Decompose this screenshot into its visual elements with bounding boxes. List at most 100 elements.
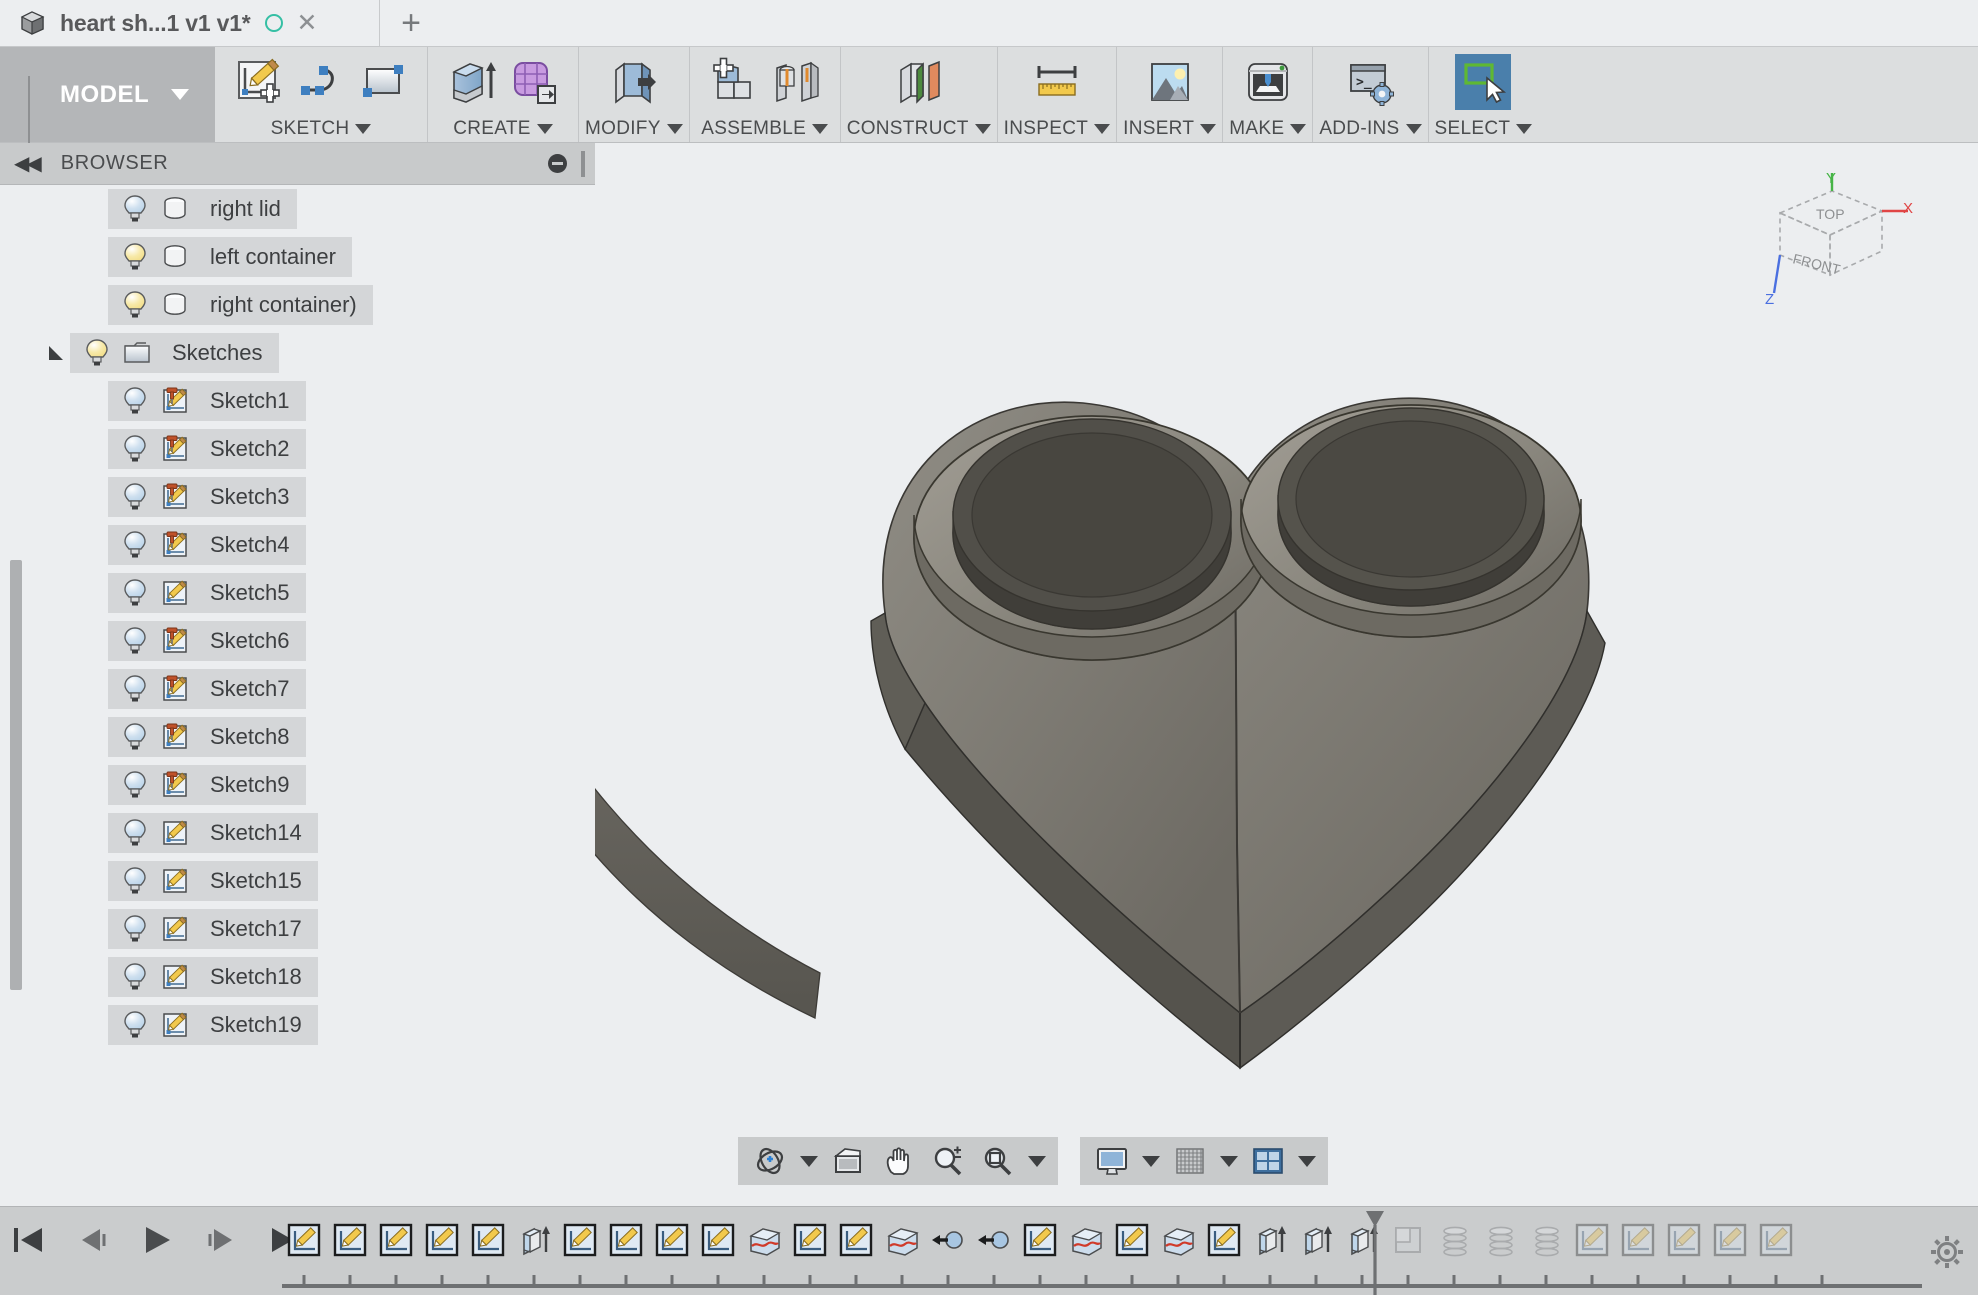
timeline-feature-sketch[interactable] [696,1219,742,1263]
light-bulb-off-icon[interactable] [122,530,148,560]
look-at-icon[interactable] [828,1141,868,1181]
timeline-feature-sketch[interactable] [1754,1219,1800,1263]
panel-grip-icon[interactable] [581,150,585,177]
browser-item-sketch6[interactable]: Sketch6 [0,617,595,665]
browser-item-sketch9[interactable]: Sketch9 [0,761,595,809]
light-bulb-off-icon[interactable] [122,482,148,512]
browser-item-sketch3[interactable]: Sketch3 [0,473,595,521]
timeline-feature-sketch[interactable] [1018,1219,1064,1263]
timeline-feature-extrude[interactable] [1248,1219,1294,1263]
light-bulb-off-icon[interactable] [122,866,148,896]
timeline-feature-move[interactable] [926,1219,972,1263]
browser-item-sketch19[interactable]: Sketch19 [0,1001,595,1049]
select-window-icon[interactable] [1455,53,1512,110]
timeline-feature-sketch[interactable] [466,1219,512,1263]
grid-snap-icon[interactable] [1170,1141,1210,1181]
browser-item-sketch14[interactable]: Sketch14 [0,809,595,857]
offset-plane-icon[interactable] [891,54,947,110]
scripts-addins-icon[interactable]: >_ [1342,54,1398,110]
viewports-icon[interactable] [1248,1141,1288,1181]
measure-icon[interactable] [1029,54,1085,110]
joint-icon[interactable] [768,54,824,110]
gear-icon[interactable] [1930,1235,1964,1269]
browser-item-sketch1[interactable]: Sketch1 [0,377,595,425]
timeline-feature-loft[interactable] [742,1219,788,1263]
timeline-feature-thread[interactable] [1432,1219,1478,1263]
browser-item-left-container[interactable]: left container [0,233,595,281]
display-caret-icon[interactable] [1142,1155,1160,1167]
light-bulb-off-icon[interactable] [122,770,148,800]
expander-icon[interactable] [40,342,70,364]
light-bulb-off-icon[interactable] [122,722,148,752]
light-bulb-off-icon[interactable] [122,434,148,464]
timeline-feature-sketch[interactable] [328,1219,374,1263]
light-bulb-off-icon[interactable] [122,818,148,848]
create-form-icon[interactable] [506,54,562,110]
ribbon-label-insert[interactable]: INSERT [1123,116,1217,142]
ribbon-label-create[interactable]: CREATE [434,116,572,142]
go-to-beginning-icon[interactable] [10,1223,48,1257]
timeline-feature-extrude[interactable] [512,1219,558,1263]
zoom-caret-icon[interactable] [1028,1155,1046,1167]
timeline-feature-sketch[interactable] [604,1219,650,1263]
timeline-feature-sketch[interactable] [788,1219,834,1263]
document-tab[interactable]: heart sh...1 v1 v1* ✕ [0,0,380,46]
ribbon-label-sketch[interactable]: SKETCH [221,116,421,142]
model-canvas[interactable]: TOP FRONT Y X Z [595,143,1978,1206]
timeline-feature-sketch[interactable] [834,1219,880,1263]
browser-item-sketch8[interactable]: Sketch8 [0,713,595,761]
ribbon-label-select[interactable]: SELECT [1435,116,1533,142]
timeline-feature-sketch[interactable] [558,1219,604,1263]
light-bulb-off-icon[interactable] [122,626,148,656]
timeline-feature-sketch[interactable] [1662,1219,1708,1263]
ribbon-label-construct[interactable]: CONSTRUCT [847,116,991,142]
viewports-caret-icon[interactable] [1298,1155,1316,1167]
browser-item-sketch2[interactable]: Sketch2 [0,425,595,473]
zoom-icon[interactable] [928,1141,968,1181]
spline-icon[interactable] [293,54,349,110]
step-back-icon[interactable] [74,1223,112,1257]
light-bulb-off-icon[interactable] [122,578,148,608]
browser-item-sketch18[interactable]: Sketch18 [0,953,595,1001]
close-icon[interactable]: ✕ [297,10,318,36]
step-forward-icon[interactable] [202,1223,240,1257]
workspace-switcher[interactable]: MODEL [0,47,215,152]
orbit-icon[interactable] [750,1141,790,1181]
press-pull-icon[interactable] [606,54,662,110]
timeline-feature-extrude[interactable] [1294,1219,1340,1263]
ribbon-label-assemble[interactable]: ASSEMBLE [696,116,834,142]
browser-item-right-container[interactable]: right container) [0,281,595,329]
timeline-marker[interactable] [1366,1211,1384,1295]
light-bulb-on-icon[interactable] [122,290,148,320]
new-tab-button[interactable]: + [380,0,442,46]
timeline-feature-sketch[interactable] [650,1219,696,1263]
light-bulb-on-icon[interactable] [84,338,110,368]
timeline-feature-sketch[interactable] [1202,1219,1248,1263]
light-bulb-off-icon[interactable] [122,386,148,416]
rewind-icon[interactable]: ◀◀ [14,151,42,176]
browser-item-sketch15[interactable]: Sketch15 [0,857,595,905]
timeline-feature-loft[interactable] [880,1219,926,1263]
timeline-feature-sketch[interactable] [1110,1219,1156,1263]
light-bulb-off-icon[interactable] [122,1010,148,1040]
browser-item-sketches[interactable]: Sketches [0,329,595,377]
timeline-feature-loft[interactable] [1156,1219,1202,1263]
light-bulb-off-icon[interactable] [122,962,148,992]
create-sketch-icon[interactable] [231,54,287,110]
browser-item-right-lid[interactable]: right lid [0,185,595,233]
orbit-caret-icon[interactable] [800,1155,818,1167]
timeline-feature-sketch[interactable] [1616,1219,1662,1263]
3d-print-icon[interactable] [1240,54,1296,110]
timeline-feature-thread[interactable] [1478,1219,1524,1263]
light-bulb-on-icon[interactable] [122,242,148,272]
timeline-feature-sketch[interactable] [282,1219,328,1263]
timeline-feature-sketch[interactable] [1708,1219,1754,1263]
timeline-feature-loft[interactable] [1064,1219,1110,1263]
timeline-feature-move[interactable] [972,1219,1018,1263]
browser-item-sketch4[interactable]: Sketch4 [0,521,595,569]
ribbon-label-make[interactable]: MAKE [1229,116,1307,142]
extrude-icon[interactable] [444,54,500,110]
browser-item-sketch17[interactable]: Sketch17 [0,905,595,953]
ribbon-label-inspect[interactable]: INSPECT [1004,116,1111,142]
display-settings-icon[interactable] [1092,1141,1132,1181]
